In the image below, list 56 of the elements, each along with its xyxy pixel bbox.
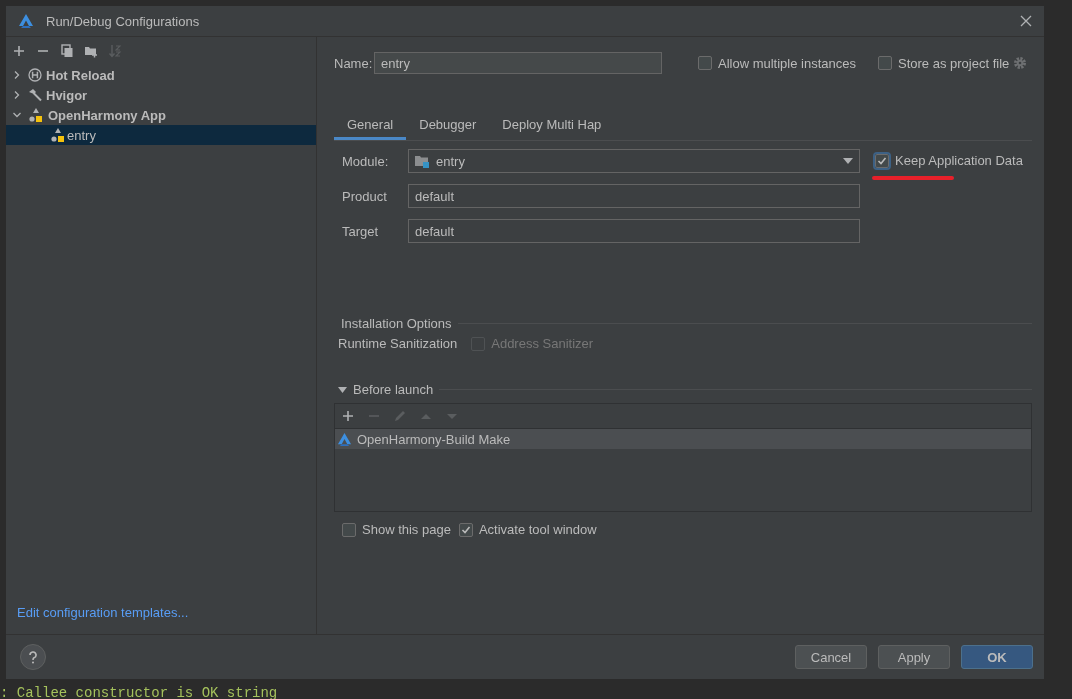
option-label: Allow multiple instances <box>718 55 856 71</box>
add-icon[interactable] <box>341 409 355 423</box>
name-field[interactable]: entry <box>374 52 662 74</box>
option-label: Store as project file <box>898 55 1010 71</box>
hammer-icon <box>28 88 42 102</box>
tree-row[interactable]: OpenHarmony App <box>6 105 316 125</box>
option-label: Activate tool window <box>478 522 597 537</box>
reload-icon <box>28 68 42 82</box>
chevron-right-icon[interactable] <box>12 90 22 100</box>
dialog-button[interactable]: Apply <box>878 645 950 669</box>
checkbox[interactable] <box>342 522 356 537</box>
checkbox[interactable] <box>875 153 889 168</box>
tab[interactable]: Debugger <box>406 111 490 140</box>
checkbox[interactable] <box>878 56 892 70</box>
tab[interactable]: General <box>334 111 407 140</box>
option-label: Runtime Sanitization <box>338 336 458 351</box>
field-label: Target <box>341 223 380 239</box>
text-field[interactable]: default <box>408 219 860 243</box>
tree-row[interactable]: Hot Reload <box>6 65 316 85</box>
field-label: Product <box>341 188 388 204</box>
option-label: Keep Application Data <box>895 153 1023 168</box>
close-icon[interactable] <box>1020 15 1032 27</box>
text-field[interactable]: default <box>408 184 860 208</box>
task-row[interactable]: OpenHarmony-Build Make <box>335 429 1031 449</box>
chevron-right-icon[interactable] <box>12 70 22 80</box>
add-icon[interactable] <box>12 44 26 58</box>
gear-icon[interactable] <box>1013 56 1028 70</box>
question-icon <box>28 650 38 664</box>
copy-icon[interactable] <box>60 44 74 58</box>
window-title: Run/Debug Configurations <box>46 13 201 29</box>
chevron-down-icon[interactable] <box>12 110 22 120</box>
console-line: : Callee constructor is OK string <box>0 685 278 699</box>
app-icon <box>28 107 44 123</box>
checkbox[interactable] <box>698 56 712 70</box>
name-label: Name: <box>334 55 374 71</box>
section-title: Before launch <box>353 382 434 397</box>
new-folder-icon[interactable] <box>84 44 98 58</box>
field-label: Module: <box>341 153 390 169</box>
app-icon <box>50 127 66 143</box>
ok-button[interactable]: OK <box>961 645 1033 669</box>
help-button[interactable] <box>20 644 46 670</box>
checkbox[interactable] <box>458 522 473 537</box>
option-label: Address Sanitizer <box>491 336 594 351</box>
module-dropdown[interactable]: entry <box>408 149 860 173</box>
dialog-button[interactable]: Cancel <box>795 645 867 669</box>
folder-icon <box>415 154 430 168</box>
option-label: Show this page <box>362 522 451 537</box>
collapse-icon[interactable] <box>338 386 347 393</box>
tree-row[interactable]: entry <box>6 125 316 145</box>
caret-icon <box>843 158 853 164</box>
edit-templates-link[interactable]: Edit configuration templates... <box>6 605 316 634</box>
tree-row[interactable]: Hvigor <box>6 85 316 105</box>
section-title: Installation Options <box>341 316 452 331</box>
logo-icon <box>18 13 34 29</box>
logo-icon <box>337 431 352 447</box>
tab[interactable]: Deploy Multi Hap <box>489 111 615 140</box>
